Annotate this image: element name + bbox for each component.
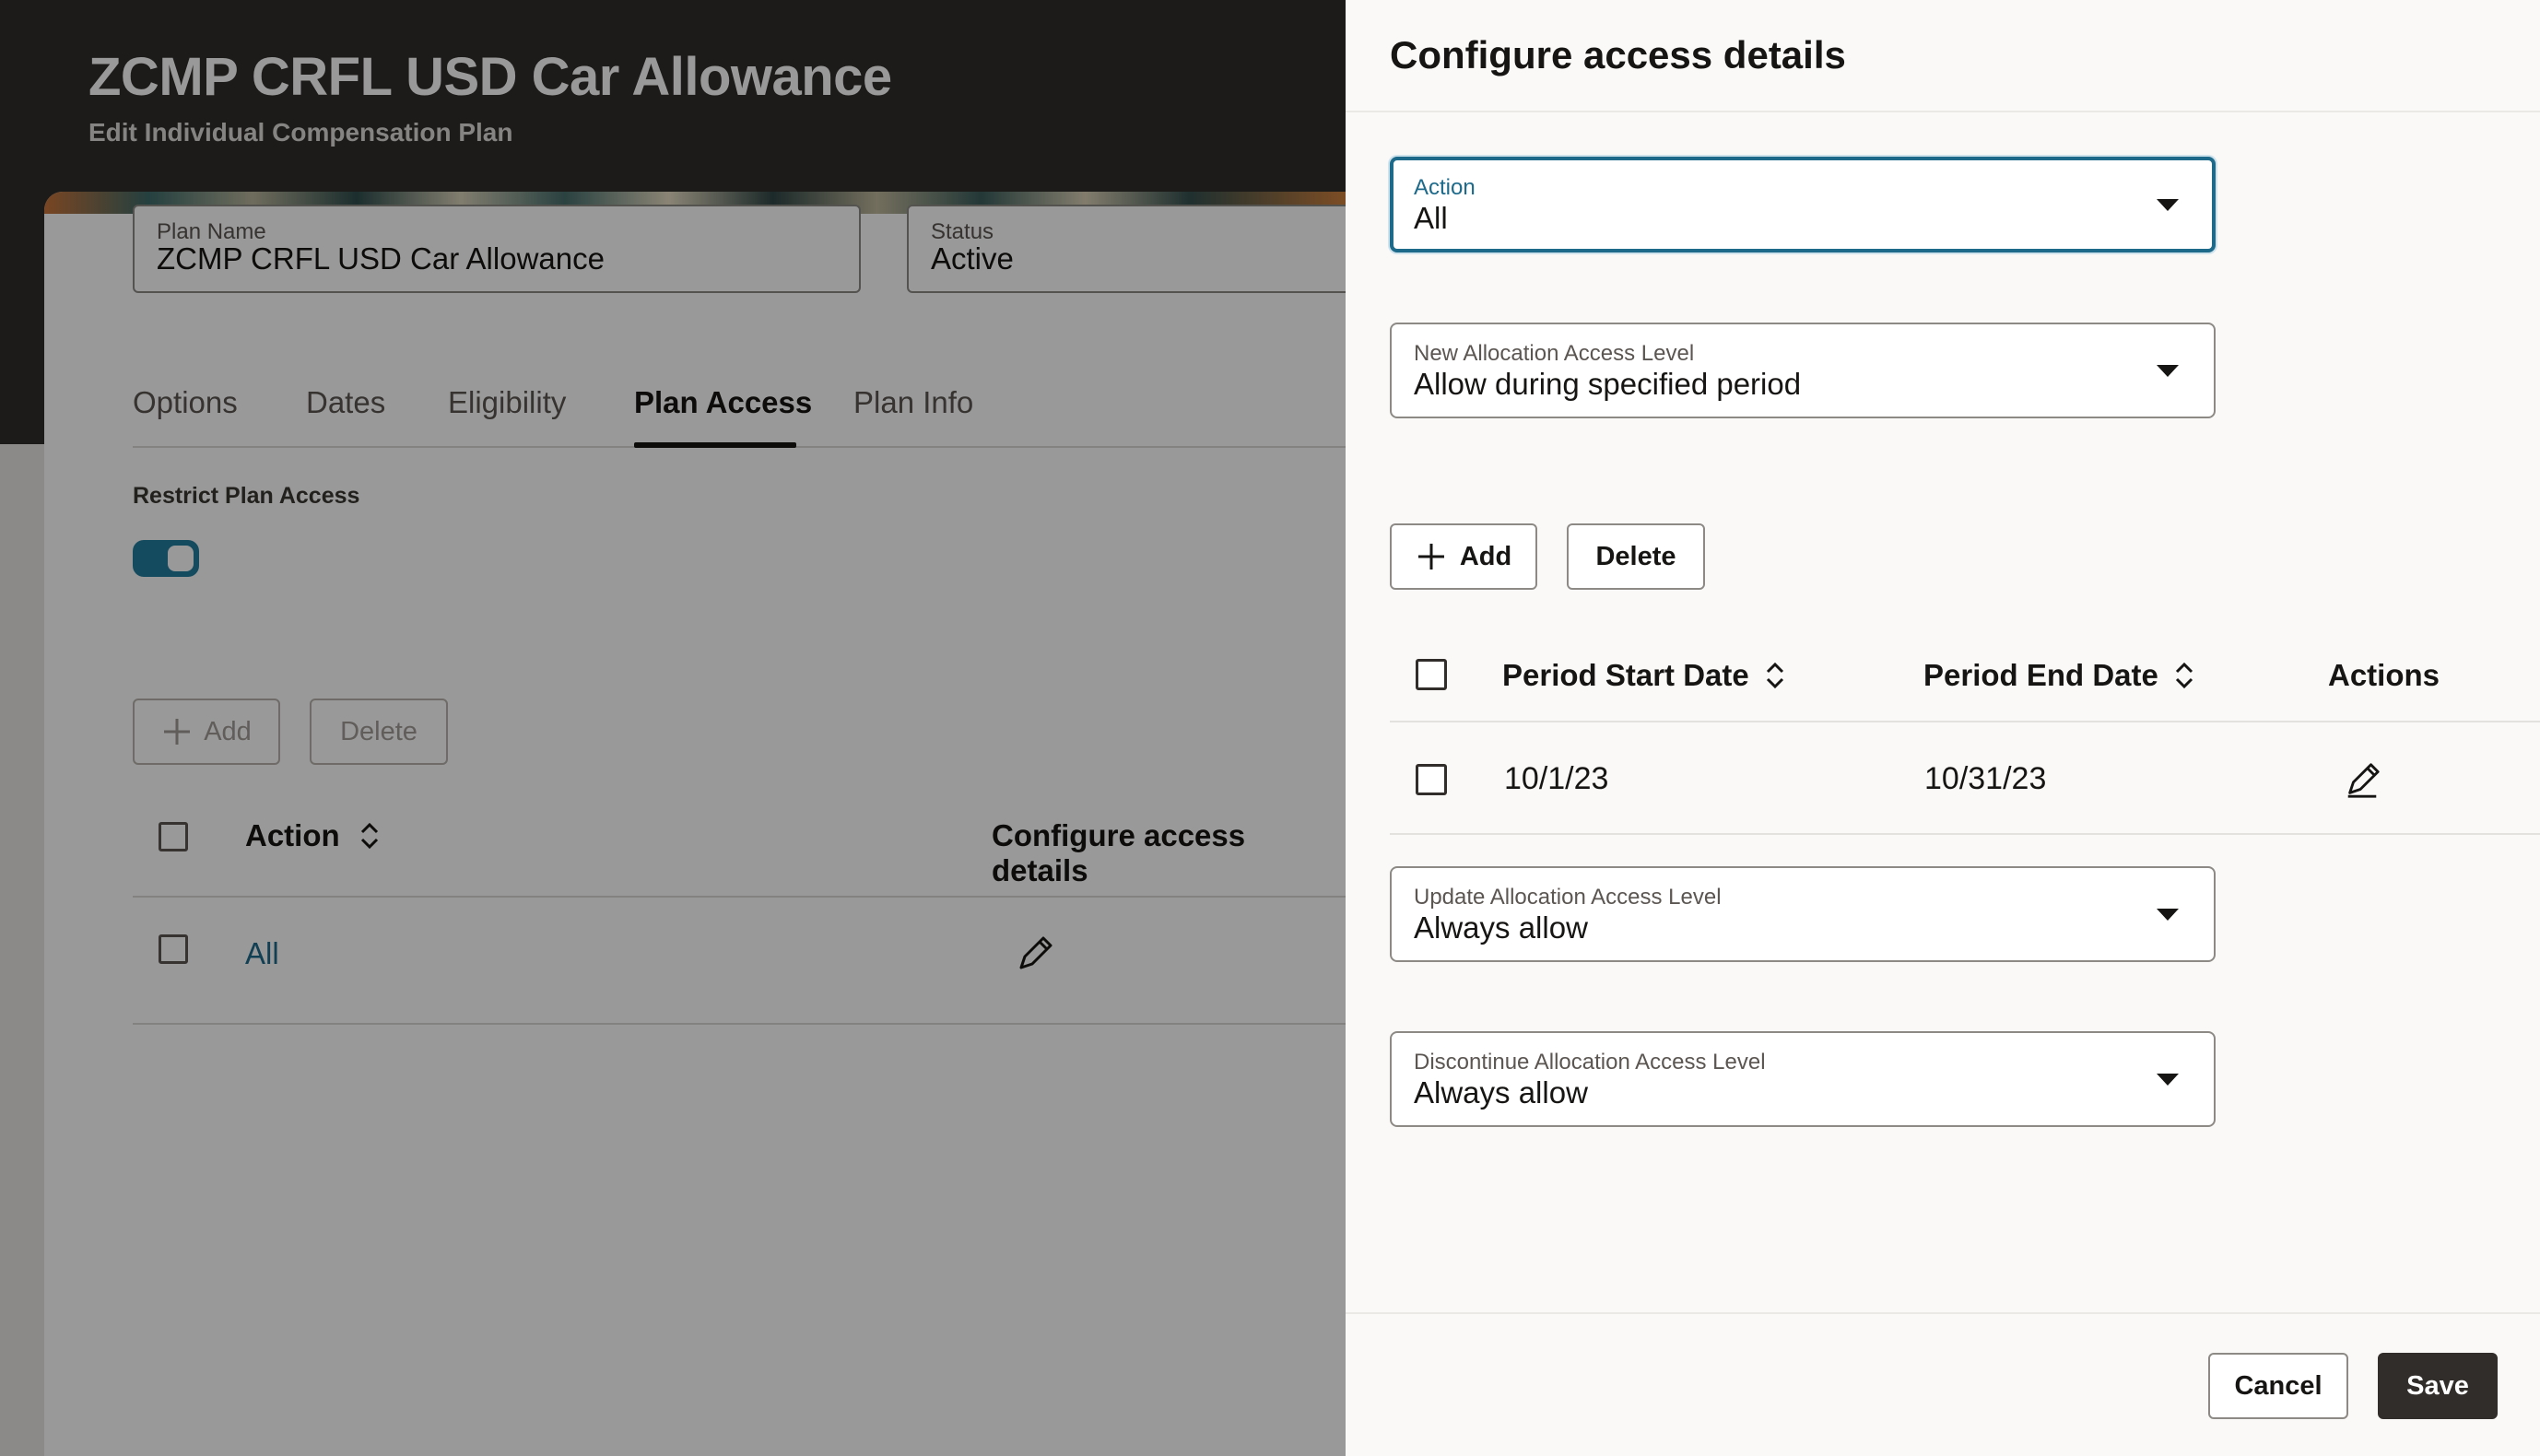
update-allocation-select[interactable]: Update Allocation Access Level Always al… <box>1390 866 2216 962</box>
delete-period-button[interactable]: Delete <box>1567 523 1705 590</box>
action-select[interactable]: Action All <box>1390 157 2216 252</box>
table-row-divider <box>1390 833 2540 835</box>
col-period-end-label: Period End Date <box>1923 658 2158 692</box>
drawer-title-divider <box>1346 111 2540 112</box>
sort-icon <box>1766 662 1783 689</box>
update-allocation-value: Always allow <box>1414 910 1588 945</box>
table-header-divider <box>1390 721 2540 722</box>
new-allocation-select[interactable]: New Allocation Access Level Allow during… <box>1390 323 2216 418</box>
sort-icon <box>2175 662 2193 689</box>
col-period-end[interactable]: Period End Date <box>1923 658 2195 693</box>
cancel-button[interactable]: Cancel <box>2208 1353 2348 1419</box>
modal-overlay[interactable] <box>0 0 1346 1456</box>
delete-period-label: Delete <box>1595 541 1676 571</box>
discontinue-allocation-label: Discontinue Allocation Access Level <box>1414 1050 1766 1074</box>
configure-access-drawer: Configure access details Action All New … <box>1346 0 2540 1456</box>
new-allocation-label: New Allocation Access Level <box>1414 341 1695 366</box>
action-select-value: All <box>1414 201 1448 235</box>
new-allocation-value: Allow during specified period <box>1414 367 1802 401</box>
drawer-title: Configure access details <box>1390 33 1846 76</box>
chevron-down-icon <box>2157 1074 2179 1086</box>
plus-icon <box>1417 544 1444 569</box>
col-actions: Actions <box>2328 658 2440 693</box>
period-start-cell: 10/1/23 <box>1504 761 1609 796</box>
period-row-checkbox[interactable] <box>1416 764 1447 795</box>
drawer-footer-divider <box>1346 1312 2540 1314</box>
chevron-down-icon <box>2157 199 2179 211</box>
chevron-down-icon <box>2157 909 2179 921</box>
discontinue-allocation-value: Always allow <box>1414 1075 1588 1110</box>
period-end-cell: 10/31/23 <box>1924 761 2047 796</box>
save-label: Save <box>2406 1370 2469 1401</box>
col-period-start[interactable]: Period Start Date <box>1502 658 1786 693</box>
save-button[interactable]: Save <box>2378 1353 2498 1419</box>
col-period-start-label: Period Start Date <box>1502 658 1749 692</box>
update-allocation-label: Update Allocation Access Level <box>1414 885 1722 910</box>
add-period-label: Add <box>1459 541 1512 571</box>
edit-icon[interactable] <box>2343 761 2381 800</box>
select-all-checkbox[interactable] <box>1416 659 1447 690</box>
discontinue-allocation-select[interactable]: Discontinue Allocation Access Level Alwa… <box>1390 1031 2216 1127</box>
add-period-button[interactable]: Add <box>1390 523 1537 590</box>
col-actions-label: Actions <box>2328 658 2440 692</box>
action-select-label: Action <box>1414 175 1476 200</box>
chevron-down-icon <box>2157 365 2179 377</box>
cancel-label: Cancel <box>2234 1370 2322 1401</box>
